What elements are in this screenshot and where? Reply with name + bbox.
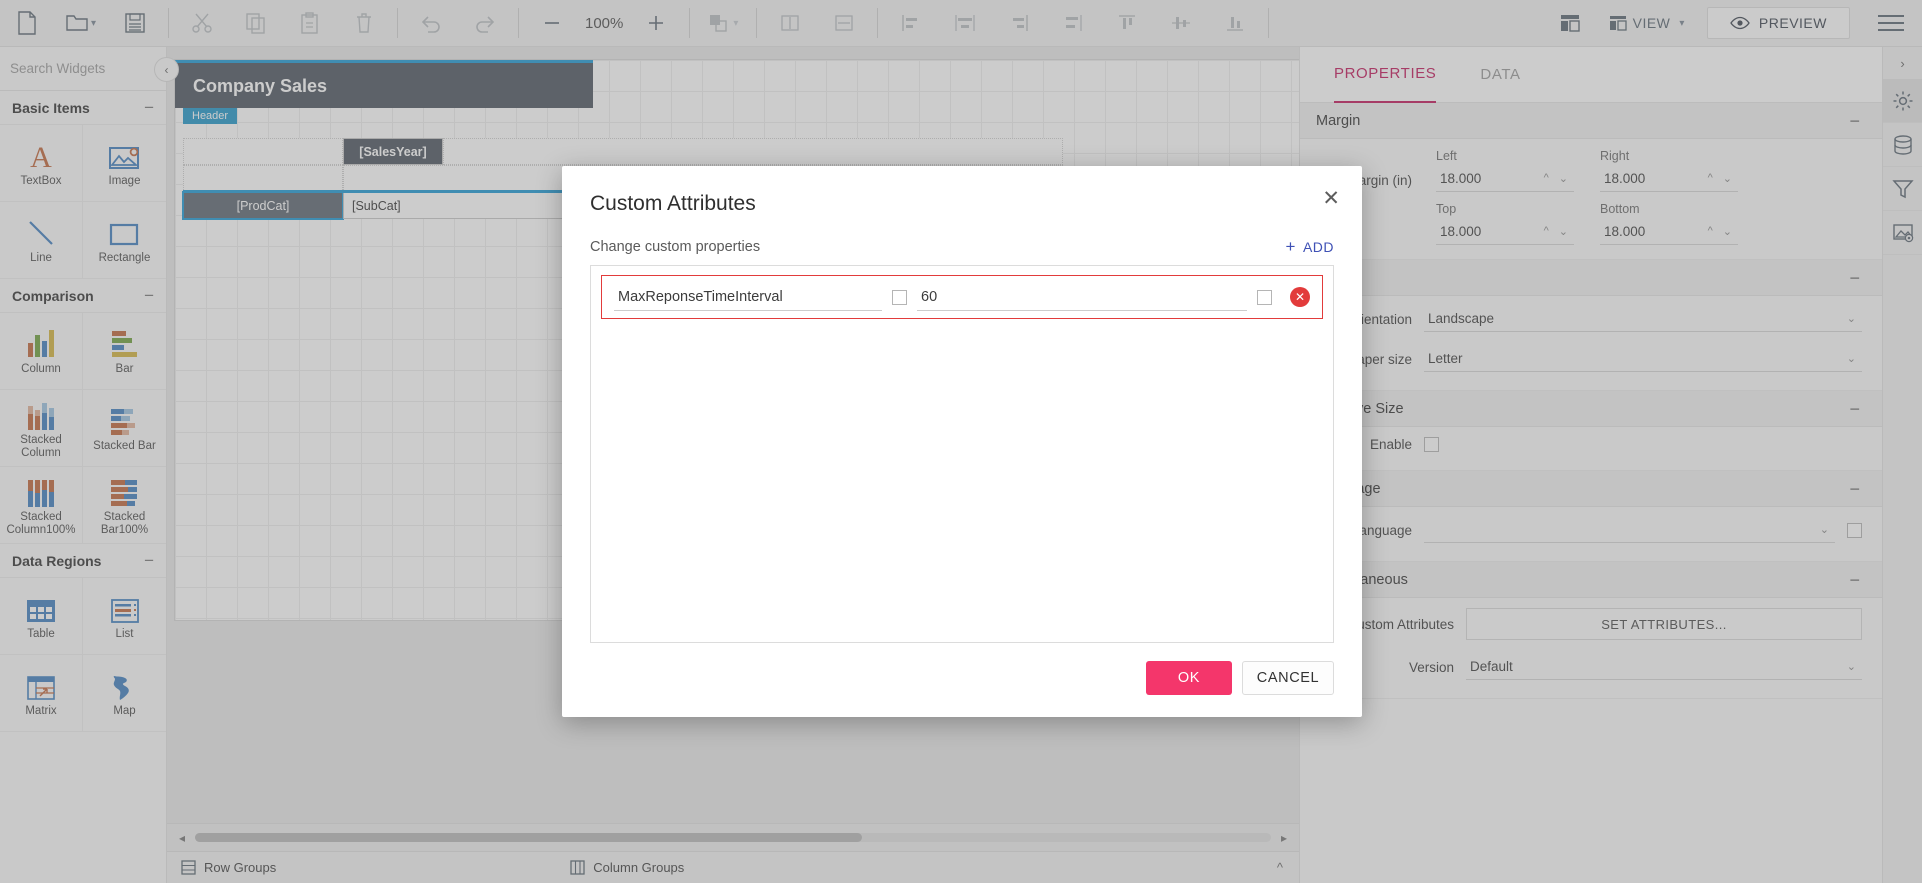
attributes-list: ✕ [590, 265, 1334, 643]
ok-button[interactable]: OK [1146, 661, 1232, 695]
close-icon[interactable]: ✕ [1322, 188, 1340, 209]
plus-icon: + [1285, 237, 1296, 256]
add-label: ADD [1302, 238, 1334, 255]
dialog-subtitle: Change custom properties [590, 238, 761, 255]
attribute-value-expression-checkbox[interactable] [1257, 289, 1272, 305]
attribute-value-input[interactable] [917, 283, 1247, 311]
attribute-name-input[interactable] [614, 283, 882, 311]
add-attribute-button[interactable]: + ADD [1286, 238, 1335, 255]
dialog-header: Custom Attributes ✕ [562, 166, 1362, 216]
attribute-row: ✕ [601, 275, 1323, 319]
dialog-footer: OK CANCEL [562, 643, 1362, 717]
custom-attributes-dialog: Custom Attributes ✕ Change custom proper… [562, 166, 1362, 717]
delete-attribute-button[interactable]: ✕ [1290, 287, 1310, 307]
cancel-button[interactable]: CANCEL [1242, 661, 1334, 695]
attribute-name-expression-checkbox[interactable] [892, 289, 907, 305]
dialog-subtitle-row: Change custom properties + ADD [562, 216, 1362, 265]
dialog-title: Custom Attributes [590, 192, 756, 215]
